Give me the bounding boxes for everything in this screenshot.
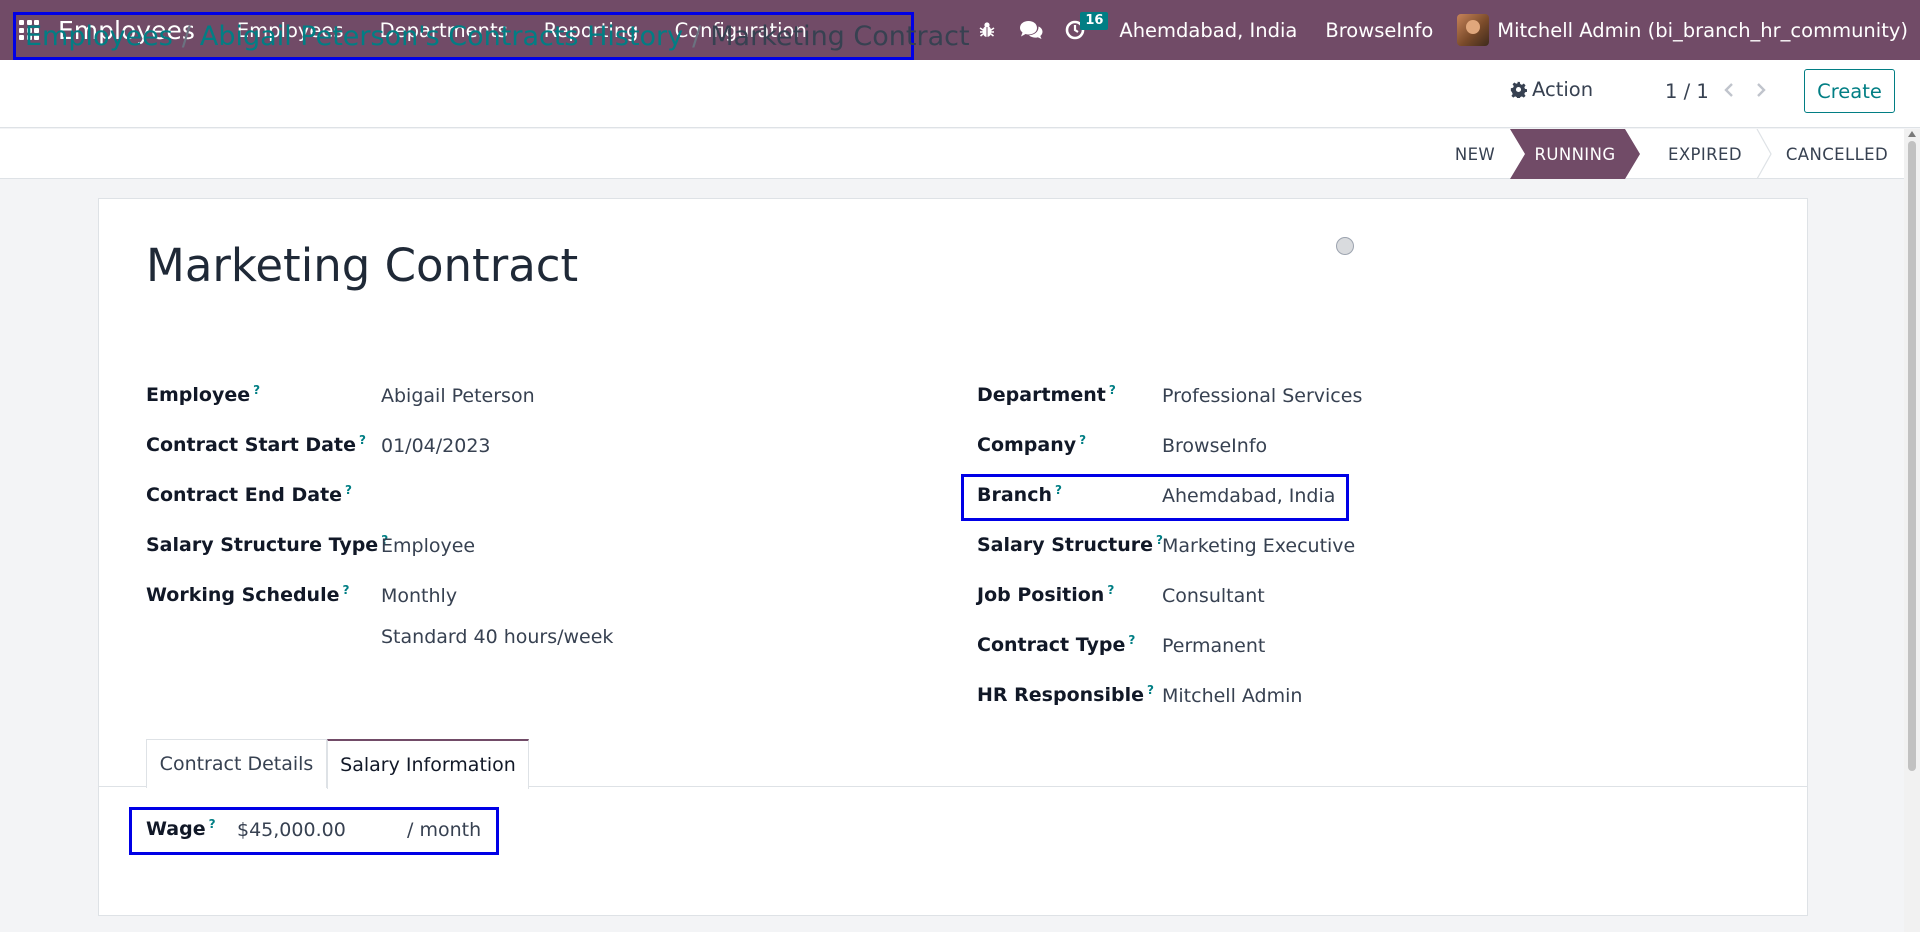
- working-schedule-label: Working Schedule?: [146, 583, 350, 606]
- contract-start-date-label: Contract Start Date?: [146, 433, 366, 456]
- hr-responsible-label: HR Responsible?: [977, 683, 1154, 706]
- working-schedule-detail: Standard 40 hours/week: [381, 626, 614, 648]
- stage-new[interactable]: NEW: [1440, 129, 1510, 179]
- chat-icon[interactable]: [1009, 0, 1053, 60]
- control-panel: [0, 60, 1920, 128]
- job-position-label: Job Position?: [977, 583, 1115, 606]
- working-schedule-field[interactable]: Monthly: [381, 585, 457, 607]
- stage-cancelled[interactable]: CANCELLED: [1770, 129, 1904, 179]
- bug-icon[interactable]: [965, 0, 1009, 60]
- page-scrollbar[interactable]: [1904, 129, 1920, 932]
- branch-switcher[interactable]: Ahemdabad, India: [1105, 19, 1311, 42]
- form-sheet: Marketing Contract Employee? Abigail Pet…: [98, 198, 1808, 916]
- pager-next-icon[interactable]: [1754, 82, 1768, 102]
- tab-contract-details[interactable]: Contract Details: [146, 739, 327, 788]
- branch-label: Branch?: [977, 483, 1062, 506]
- action-label: Action: [1532, 78, 1594, 101]
- employee-label: Employee?: [146, 383, 261, 406]
- contract-title[interactable]: Marketing Contract: [146, 239, 578, 292]
- job-position-field[interactable]: Consultant: [1162, 585, 1265, 607]
- user-name: Mitchell Admin (bi_branch_hr_community): [1497, 18, 1908, 42]
- pager-previous-icon[interactable]: [1722, 82, 1736, 102]
- contract-type-label: Contract Type?: [977, 633, 1136, 656]
- breadcrumb-contracts-history[interactable]: Abigail Peterson's Contracts History: [200, 21, 683, 52]
- company-field[interactable]: BrowseInfo: [1162, 435, 1267, 457]
- contract-start-date-field[interactable]: 01/04/2023: [381, 435, 491, 457]
- form-tabs: Contract Details Salary Information: [99, 739, 1807, 789]
- employee-field[interactable]: Abigail Peterson: [381, 385, 535, 407]
- kanban-state-icon[interactable]: [1336, 237, 1354, 255]
- pager-value[interactable]: 1 / 1: [1665, 80, 1709, 103]
- company-label: Company?: [977, 433, 1087, 456]
- avatar: [1457, 14, 1490, 46]
- breadcrumb-current: Marketing Contract: [710, 20, 970, 52]
- gear-icon: [1510, 81, 1527, 98]
- stage-expired[interactable]: EXPIRED: [1640, 129, 1770, 179]
- salary-structure-label: Salary Structure?: [977, 533, 1163, 556]
- salary-structure-type-field[interactable]: Employee: [381, 535, 475, 557]
- scroll-up-icon[interactable]: [1908, 131, 1916, 137]
- breadcrumb-separator: /: [692, 20, 702, 52]
- company-switcher[interactable]: BrowseInfo: [1311, 19, 1447, 42]
- contract-type-field[interactable]: Permanent: [1162, 635, 1265, 657]
- department-label: Department?: [977, 383, 1116, 406]
- create-button[interactable]: Create: [1804, 69, 1895, 113]
- wage-field[interactable]: $45,000.00: [237, 819, 346, 841]
- navbar-systray: 16 Ahemdabad, India BrowseInfo Mitchell …: [965, 0, 1920, 60]
- stage-running[interactable]: RUNNING: [1510, 129, 1640, 179]
- breadcrumb-separator: /: [181, 20, 191, 52]
- clock-icon[interactable]: 16: [1053, 0, 1109, 60]
- scroll-thumb[interactable]: [1908, 141, 1916, 771]
- branch-field[interactable]: Ahemdabad, India: [1162, 485, 1335, 507]
- status-bar: NEW RUNNING EXPIRED CANCELLED: [0, 129, 1904, 179]
- tab-salary-information[interactable]: Salary Information: [327, 739, 529, 789]
- action-button[interactable]: Action: [1510, 78, 1593, 101]
- breadcrumb: Employees / Abigail Peterson's Contracts…: [13, 12, 970, 60]
- activity-count-badge: 16: [1080, 12, 1109, 30]
- wage-label: Wage?: [146, 817, 216, 840]
- contract-end-date-label: Contract End Date?: [146, 483, 353, 506]
- user-menu[interactable]: Mitchell Admin (bi_branch_hr_community): [1447, 14, 1920, 46]
- salary-structure-type-label: Salary Structure Type?: [146, 533, 389, 556]
- salary-structure-field[interactable]: Marketing Executive: [1162, 535, 1355, 557]
- breadcrumb-employees[interactable]: Employees: [25, 21, 173, 52]
- department-field[interactable]: Professional Services: [1162, 385, 1362, 407]
- wage-unit: / month: [407, 819, 482, 841]
- hr-responsible-field[interactable]: Mitchell Admin: [1162, 685, 1302, 707]
